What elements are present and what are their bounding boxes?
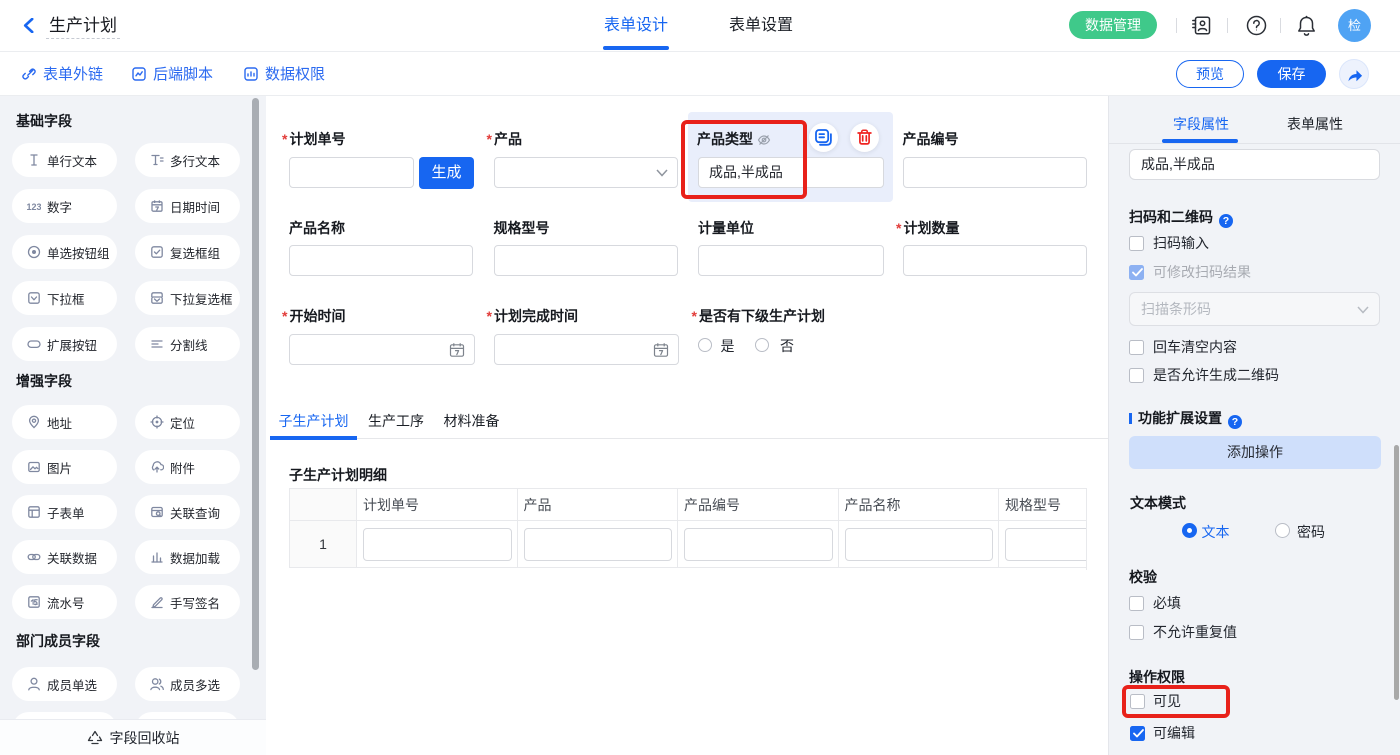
svg-text:123: 123 [27, 202, 41, 212]
